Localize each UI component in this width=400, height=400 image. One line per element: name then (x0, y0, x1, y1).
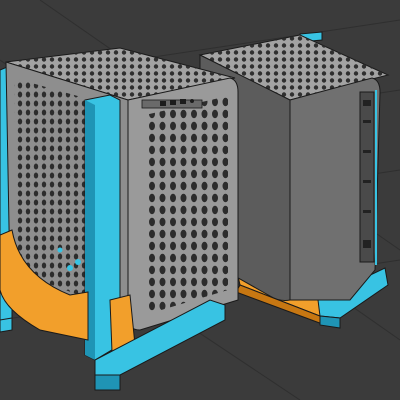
front-io-ports (141, 99, 203, 109)
3d-viewport[interactable] (0, 0, 400, 400)
scene-canvas[interactable] (0, 0, 400, 400)
pc-case-front-view[interactable] (0, 47, 239, 391)
